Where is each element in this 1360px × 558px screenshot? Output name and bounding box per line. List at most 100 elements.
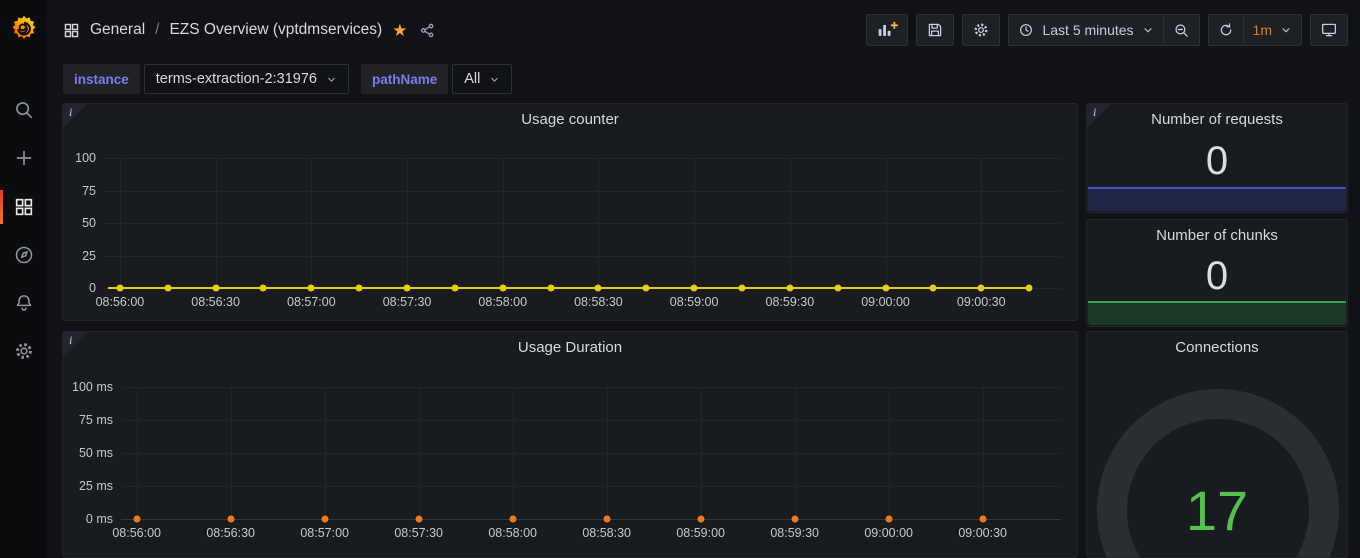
grid-line-vertical (795, 387, 796, 519)
y-tick-label: 25 (52, 248, 96, 264)
x-tick-label: 08:57:30 (394, 526, 443, 540)
data-point (321, 516, 328, 523)
panel-number-of-chunks: Number of chunks 0 (1086, 219, 1348, 327)
sidebar-item-alerting[interactable] (0, 283, 47, 323)
data-point (786, 285, 793, 292)
top-navigation: General / EZS Overview (vptdmservices) ★ (47, 0, 1360, 60)
grid-line-vertical (607, 387, 608, 519)
grid-line-vertical (216, 158, 217, 288)
usage-counter-plot: 025507510008:56:0008:56:3008:57:0008:57:… (104, 158, 1061, 288)
x-tick-label: 08:59:30 (766, 295, 815, 309)
data-point (643, 285, 650, 292)
data-point (979, 516, 986, 523)
zoom-out-button[interactable] (1164, 14, 1200, 46)
chevron-down-icon (1142, 24, 1154, 36)
panel-title[interactable]: Number of requests (1117, 111, 1317, 128)
time-range-button[interactable]: Last 5 minutes (1008, 14, 1163, 46)
sidebar-item-search[interactable] (0, 90, 47, 130)
grid-line-vertical (701, 387, 702, 519)
info-icon[interactable]: i (1093, 105, 1096, 120)
sidebar (0, 0, 47, 558)
grid-line-vertical (120, 158, 121, 288)
x-tick-label: 08:57:30 (383, 295, 432, 309)
gauge-value: 17 (1087, 478, 1347, 543)
x-tick-label: 08:59:00 (676, 526, 725, 540)
grid-line-vertical (598, 158, 599, 288)
x-tick-label: 09:00:30 (958, 526, 1007, 540)
chevron-down-icon (326, 74, 337, 85)
panel-usage-counter: i Usage counter 025507510008:56:0008:56:… (62, 103, 1078, 321)
share-icon[interactable] (419, 22, 436, 39)
save-dashboard-button[interactable] (916, 14, 954, 46)
grid-line-horizontal (104, 256, 1061, 257)
y-tick-label: 50 ms (69, 445, 113, 461)
add-panel-button[interactable] (866, 14, 908, 46)
grid-line-horizontal (121, 420, 1061, 421)
grid-line-vertical (231, 387, 232, 519)
grid-line-vertical (790, 158, 791, 288)
monitor-icon (1320, 21, 1338, 39)
data-point (691, 285, 698, 292)
y-tick-label: 75 ms (69, 412, 113, 428)
sidebar-item-explore[interactable] (0, 235, 47, 275)
stat-sparkline (1088, 301, 1346, 325)
panel-info-corner[interactable] (63, 104, 87, 128)
refresh-button[interactable] (1208, 14, 1244, 46)
panel-info-corner[interactable] (1087, 104, 1111, 128)
refresh-group: 1m (1208, 14, 1302, 46)
x-tick-label: 08:58:30 (582, 526, 631, 540)
x-tick-label: 08:56:30 (206, 526, 255, 540)
x-tick-label: 08:56:00 (112, 526, 161, 540)
grid-line-vertical (886, 158, 887, 288)
save-icon (926, 21, 944, 39)
data-point (227, 516, 234, 523)
x-tick-label: 09:00:00 (861, 295, 910, 309)
grid-line-vertical (981, 158, 982, 288)
data-point (451, 285, 458, 292)
series-line (108, 287, 1032, 289)
plus-icon (13, 147, 35, 169)
data-point (356, 285, 363, 292)
info-icon[interactable]: i (69, 333, 72, 348)
compass-icon (13, 244, 35, 266)
cycle-view-mode-button[interactable] (1310, 14, 1348, 46)
zoom-out-icon (1173, 22, 1190, 39)
refresh-icon (1218, 22, 1234, 38)
grid-line-vertical (889, 387, 890, 519)
data-point (547, 285, 554, 292)
x-tick-label: 08:57:00 (300, 526, 349, 540)
data-point (595, 285, 602, 292)
x-tick-label: 08:57:00 (287, 295, 336, 309)
variable-label-pathname: pathName (361, 64, 448, 94)
dashboard-settings-button[interactable] (962, 14, 1000, 46)
variable-value-instance[interactable]: terms-extraction-2:31976 (144, 64, 349, 94)
star-icon[interactable]: ★ (392, 22, 407, 39)
sidebar-item-configuration[interactable] (0, 331, 47, 371)
panel-info-corner[interactable] (63, 332, 87, 356)
data-point (404, 285, 411, 292)
x-tick-label: 08:59:00 (670, 295, 719, 309)
variable-value-pathname[interactable]: All (452, 64, 512, 94)
refresh-interval-button[interactable]: 1m (1244, 14, 1302, 46)
time-picker-group: Last 5 minutes (1008, 14, 1199, 46)
data-point (603, 516, 610, 523)
grafana-logo-icon[interactable] (0, 10, 47, 48)
sidebar-item-dashboards[interactable] (0, 187, 47, 227)
bell-icon (13, 292, 35, 314)
grid-line-horizontal (121, 387, 1061, 388)
y-tick-label: 25 ms (69, 478, 113, 494)
info-icon[interactable]: i (69, 105, 72, 120)
data-point (978, 285, 985, 292)
time-range-label: Last 5 minutes (1042, 22, 1133, 38)
template-variables-bar: instance terms-extraction-2:31976 pathNa… (63, 64, 512, 94)
panel-title[interactable]: Number of chunks (1117, 227, 1317, 244)
stat-value: 0 (1087, 252, 1347, 300)
panel-title[interactable]: Usage Duration (93, 339, 1047, 356)
panel-title[interactable]: Usage counter (93, 111, 1047, 128)
sidebar-item-create[interactable] (0, 138, 47, 178)
chevron-down-icon (1280, 24, 1292, 36)
page-title[interactable]: EZS Overview (vptdmservices) (169, 21, 382, 39)
data-point (164, 285, 171, 292)
data-point (791, 516, 798, 523)
breadcrumb-section[interactable]: General (90, 21, 145, 39)
